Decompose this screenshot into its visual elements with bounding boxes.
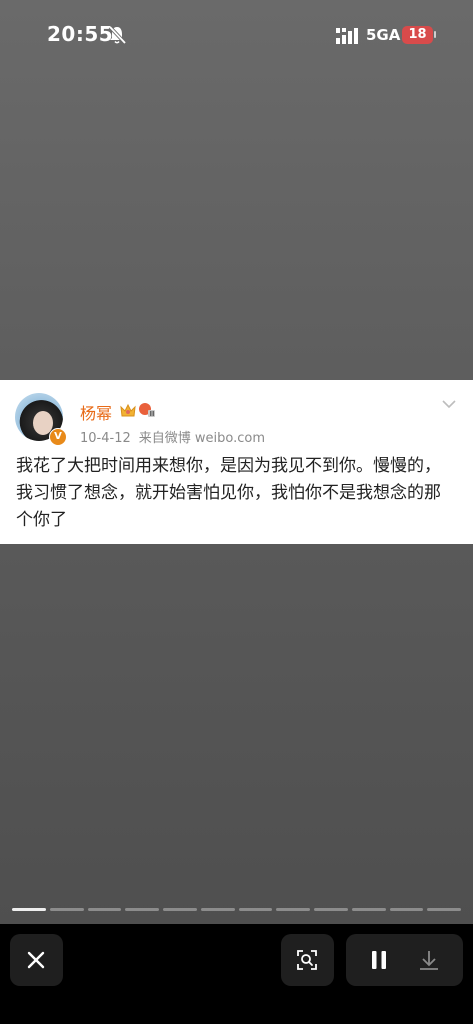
playback-controls [346, 934, 463, 986]
close-icon [27, 951, 45, 969]
download-icon[interactable] [418, 949, 440, 971]
story-progress [12, 908, 461, 911]
story-progress-segment [49, 908, 84, 911]
battery-cap [434, 31, 436, 38]
close-button[interactable] [10, 934, 63, 986]
weibo-post-card[interactable]: V 杨幂 10-4-12 来自微博 weibo.com 我花了大把时间用来想你，是… [0, 380, 473, 544]
post-source: 来自微博 weibo.com [138, 431, 265, 446]
signal-bars-icon [336, 28, 358, 44]
post-text: 我花了大把时间用来想你，是因为我见不到你。慢慢的，我习惯了想念，就开始害怕见你，… [16, 456, 441, 530]
pause-icon[interactable] [370, 950, 388, 970]
post-meta: 10-4-12 来自微博 weibo.com [80, 427, 265, 446]
author-name[interactable]: 杨幂 [80, 400, 112, 424]
story-progress-segment [12, 908, 46, 911]
bottom-toolbar [0, 924, 473, 1024]
scan-icon [297, 950, 317, 970]
bell-slash-icon [108, 25, 126, 45]
story-viewer[interactable]: 20:55 5GA 18 V 杨幂 10-4-12 来自微博 weibo.com… [0, 0, 473, 924]
story-progress-segment [351, 908, 386, 911]
story-progress-segment [389, 908, 424, 911]
status-bar: 20:55 5GA 18 [0, 0, 473, 72]
story-progress-segment [200, 908, 235, 911]
chevron-down-icon[interactable] [441, 398, 457, 410]
story-progress-segment [238, 908, 273, 911]
story-progress-segment [314, 908, 348, 911]
story-progress-segment [427, 908, 461, 911]
post-date: 10-4-12 [80, 431, 131, 446]
network-type: 5GA [366, 26, 401, 44]
story-progress-segment [163, 908, 197, 911]
story-progress-segment [276, 908, 310, 911]
fan-badge-icon [139, 403, 155, 417]
battery-icon: 18 [402, 26, 433, 44]
story-progress-segment [87, 908, 122, 911]
story-progress-segment [125, 908, 159, 911]
image-scan-button[interactable] [281, 934, 334, 986]
status-time: 20:55 [47, 22, 114, 46]
crown-icon [120, 403, 136, 417]
verified-badge: V [49, 428, 67, 446]
